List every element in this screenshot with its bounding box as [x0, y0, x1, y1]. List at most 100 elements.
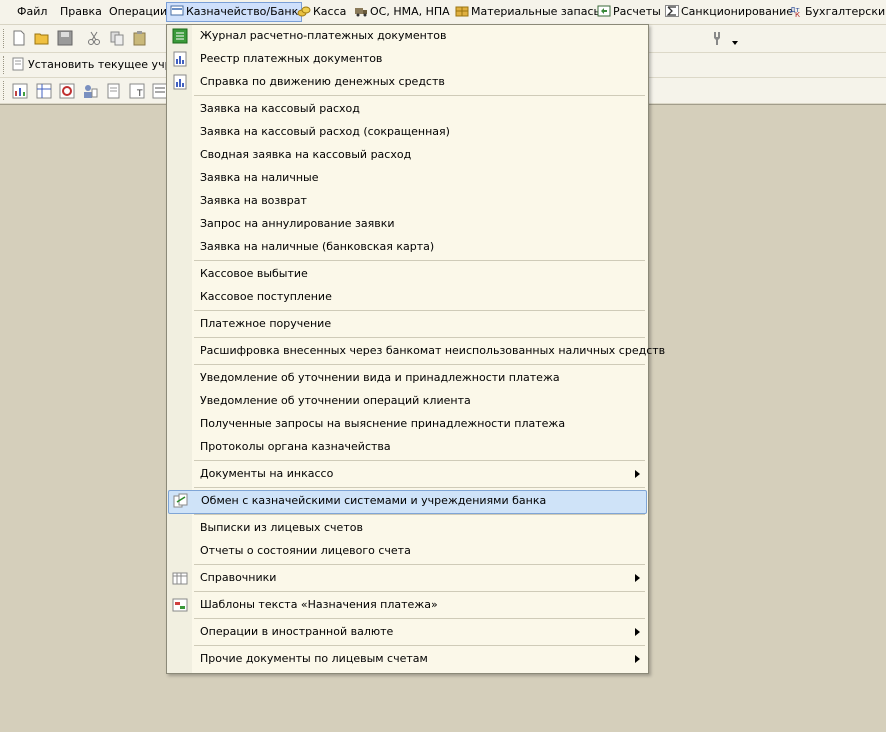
coins-icon	[297, 6, 311, 17]
menu-sanctioning-label: Санкционирование	[681, 5, 794, 18]
report-document-icon[interactable]	[106, 83, 122, 99]
menu-item-label: Справочники	[200, 571, 277, 584]
report-icon	[173, 51, 187, 67]
menu-item-label: Реестр платежных документов	[200, 52, 383, 65]
set-current-institution-button[interactable]: Установить текущее учреж	[12, 57, 188, 71]
menu-item-account-statements[interactable]: Выписки из лицевых счетов	[167, 517, 648, 539]
menu-separator	[194, 95, 645, 96]
menu-item-payment-ownership-requests[interactable]: Полученные запросы на выяснение принадле…	[167, 413, 648, 435]
document-icon	[12, 57, 24, 71]
menu-separator	[194, 460, 645, 461]
menu-item-label: Документы на инкассо	[200, 467, 334, 480]
menu-item-client-operations-clarification[interactable]: Уведомление об уточнении операций клиент…	[167, 390, 648, 412]
truck-icon	[355, 8, 367, 17]
menu-fixed-assets-label: ОС, НМА, НПА	[370, 5, 450, 18]
new-document-icon[interactable]	[11, 30, 27, 46]
menu-item-cancel-request[interactable]: Запрос на аннулирование заявки	[167, 213, 648, 235]
submenu-arrow-icon	[635, 628, 640, 636]
menu-item-label: Полученные запросы на выяснение принадле…	[200, 417, 566, 430]
menu-item-payment-purpose-templates[interactable]: Шаблоны текста «Назначения платежа»	[167, 594, 648, 616]
template-icon	[172, 598, 188, 612]
menu-item-cash-request-bank-card[interactable]: Заявка на наличные (банковская карта)	[167, 236, 648, 258]
save-icon[interactable]	[57, 30, 73, 46]
toolbar-grip[interactable]	[3, 81, 6, 100]
menu-item-other-account-documents[interactable]: Прочие документы по лицевым счетам	[167, 648, 648, 670]
accounting-icon: ДтК	[790, 6, 800, 17]
menu-operations-label: Операции	[109, 5, 168, 18]
menu-item-foreign-currency-operations[interactable]: Операции в иностранной валюте	[167, 621, 648, 643]
menu-item-label: Заявка на наличные (банковская карта)	[200, 240, 435, 253]
open-folder-icon[interactable]	[34, 30, 50, 46]
menu-separator	[194, 618, 645, 619]
toolbar-grip[interactable]	[3, 56, 6, 74]
menu-item-label: Заявка на возврат	[200, 194, 307, 207]
tools-icon[interactable]	[710, 30, 726, 46]
menu-inventory-label: Материальные запасы	[471, 5, 603, 18]
journal-icon	[172, 28, 188, 44]
menu-separator	[194, 591, 645, 592]
cut-icon[interactable]	[86, 30, 102, 46]
menu-item-payment-documents-journal[interactable]: Журнал расчетно-платежных документов	[167, 25, 648, 47]
menu-item-label: Расшифровка внесенных через банкомат неи…	[200, 344, 666, 357]
copy-icon[interactable]	[109, 30, 125, 46]
settlements-icon	[597, 5, 611, 17]
menu-inventory[interactable]: Материальные запасы	[452, 3, 605, 21]
menu-item-label: Уведомление об уточнении операций клиент…	[200, 394, 471, 407]
menu-item-summary-cash-expense-request[interactable]: Сводная заявка на кассовый расход	[167, 144, 648, 166]
report-cycle-icon[interactable]	[59, 83, 75, 99]
menu-fixed-assets[interactable]: ОС, НМА, НПА	[351, 3, 453, 21]
menu-sanctioning[interactable]: Санкционирование	[662, 3, 796, 21]
report-table-icon[interactable]	[36, 83, 52, 99]
toolbar-dropdown-arrow[interactable]	[732, 41, 738, 45]
menu-file[interactable]: Файл	[14, 3, 50, 21]
catalog-icon	[172, 572, 188, 585]
menu-item-label: Платежное поручение	[200, 317, 332, 330]
menu-item-label: Кассовое выбытие	[200, 267, 308, 280]
menu-item-cash-expense-request-short[interactable]: Заявка на кассовый расход (сокращенная)	[167, 121, 648, 143]
paste-icon[interactable]	[132, 30, 148, 46]
report-text-icon[interactable]: T	[129, 83, 145, 99]
menu-item-account-status-reports[interactable]: Отчеты о состоянии лицевого счета	[167, 540, 648, 562]
report-chart-icon[interactable]	[12, 83, 28, 99]
menu-item-payment-type-clarification[interactable]: Уведомление об уточнении вида и принадле…	[167, 367, 648, 389]
menu-edit-label: Правка	[60, 5, 102, 18]
submenu-arrow-icon	[635, 655, 640, 663]
menu-item-cash-inflow[interactable]: Кассовое поступление	[167, 286, 648, 308]
menu-settlements[interactable]: Расчеты	[594, 3, 664, 21]
menu-cash-label: Касса	[313, 5, 347, 18]
menu-treasury-bank[interactable]: Казначейство/Банк	[166, 2, 303, 22]
menu-item-collection-documents[interactable]: Документы на инкассо	[167, 463, 648, 485]
menu-item-cash-flow-report[interactable]: Справка по движению денежных средств	[167, 71, 648, 93]
toolbar-grip[interactable]	[3, 29, 6, 48]
menu-accounting-label: Бухгалтерский у	[805, 5, 886, 18]
menu-separator	[194, 645, 645, 646]
menu-item-refund-request[interactable]: Заявка на возврат	[167, 190, 648, 212]
menu-item-label: Уведомление об уточнении вида и принадле…	[200, 371, 560, 384]
menu-item-cash-expense-request[interactable]: Заявка на кассовый расход	[167, 98, 648, 120]
menu-item-atm-deposit-breakdown[interactable]: Расшифровка внесенных через банкомат неи…	[167, 340, 665, 362]
menu-edit[interactable]: Правка	[57, 3, 105, 21]
treasury-icon	[170, 5, 184, 16]
menu-item-payment-order[interactable]: Платежное поручение	[167, 313, 648, 335]
menu-item-label: Заявка на кассовый расход	[200, 102, 360, 115]
report-users-icon[interactable]	[82, 83, 98, 99]
menu-item-reference-books[interactable]: Справочники	[167, 567, 648, 589]
menu-item-label: Запрос на аннулирование заявки	[200, 217, 395, 230]
menu-item-treasury-exchange[interactable]: Обмен с казначейскими системами и учрежд…	[168, 490, 647, 514]
menu-item-cash-outflow[interactable]: Кассовое выбытие	[167, 263, 648, 285]
submenu-arrow-icon	[635, 574, 640, 582]
treasury-bank-menu: Журнал расчетно-платежных документов Рее…	[166, 24, 665, 674]
boxes-icon	[455, 6, 469, 17]
menu-accounting[interactable]: ДтК Бухгалтерский у	[786, 3, 886, 21]
exchange-icon	[173, 493, 188, 508]
menu-separator	[194, 337, 645, 338]
svg-text:T: T	[136, 89, 143, 99]
menu-item-payment-documents-register[interactable]: Реестр платежных документов	[167, 48, 648, 70]
menu-separator	[194, 514, 645, 515]
menu-item-treasury-protocols[interactable]: Протоколы органа казначейства	[167, 436, 648, 458]
menu-separator	[194, 564, 645, 565]
svg-text:К: К	[795, 11, 800, 17]
menu-operations[interactable]: Операции	[106, 3, 170, 21]
menu-cash[interactable]: Касса	[294, 3, 349, 21]
menu-item-cash-request[interactable]: Заявка на наличные	[167, 167, 648, 189]
